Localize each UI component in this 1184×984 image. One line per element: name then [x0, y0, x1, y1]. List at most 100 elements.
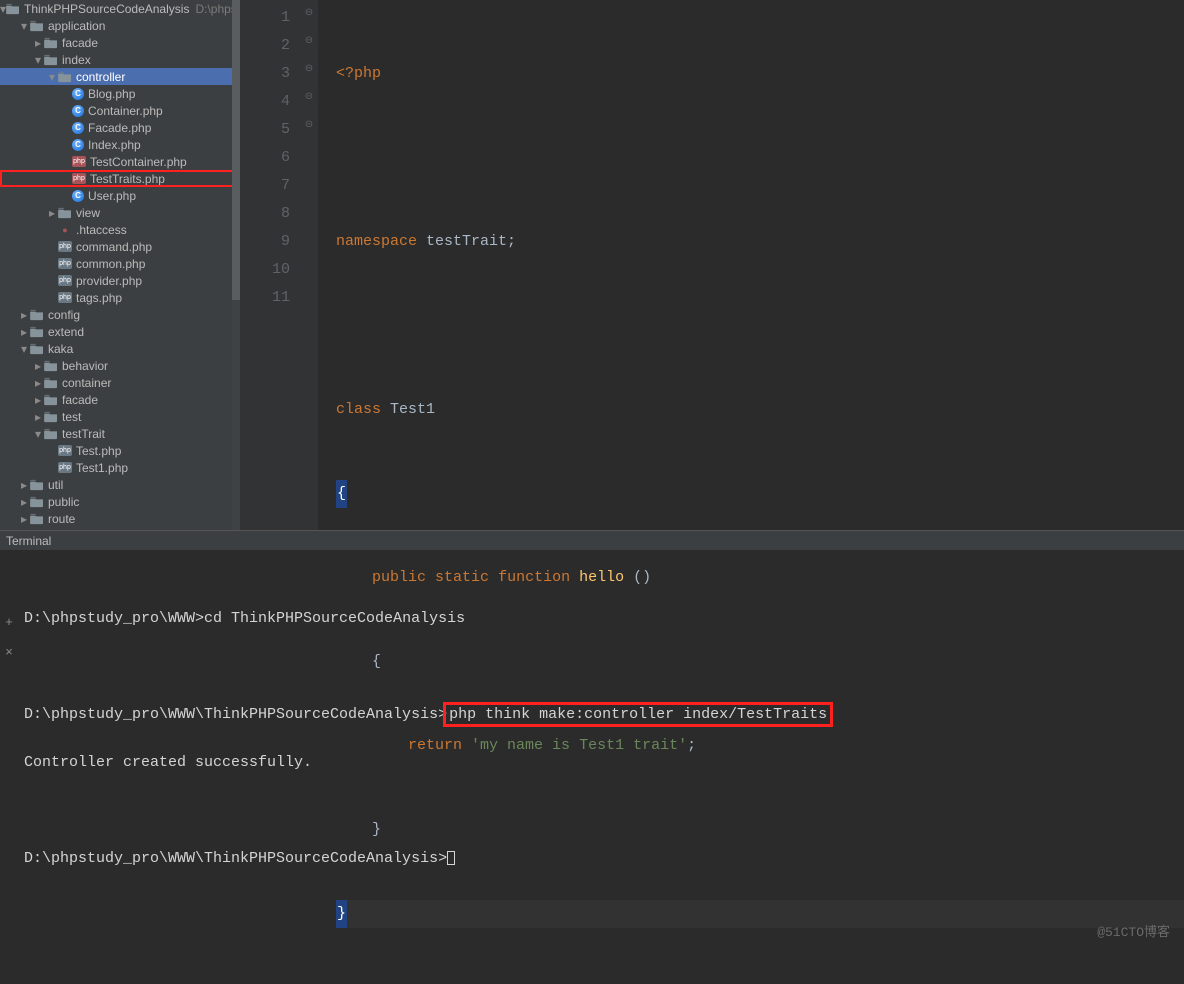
php-file-icon: php	[72, 156, 86, 167]
expand-arrow-icon[interactable]	[18, 342, 30, 356]
tree-item-label: kaka	[48, 342, 73, 356]
expand-arrow-icon[interactable]	[32, 410, 44, 424]
expand-arrow-icon[interactable]	[18, 512, 30, 526]
tree-item-label: ThinkPHPSourceCodeAnalysis	[24, 2, 189, 16]
tree-item-provider-php[interactable]: phpprovider.php	[0, 272, 240, 289]
line-number: 5	[244, 116, 290, 144]
php-file-icon: php	[58, 445, 72, 456]
expand-arrow-icon[interactable]	[18, 495, 30, 509]
tree-item-thinkphpsourcecodeanalysis[interactable]: ThinkPHPSourceCodeAnalysisD:\phpstudy	[0, 0, 240, 17]
expand-arrow-icon[interactable]	[32, 393, 44, 407]
highlighted-command: php think make:controller index/TestTrai…	[447, 706, 829, 723]
expand-arrow-icon[interactable]	[32, 359, 44, 373]
tree-item-testtraits-php[interactable]: phpTestTraits.php	[0, 170, 240, 187]
tree-item-facade[interactable]: facade	[0, 34, 240, 51]
folder-icon	[58, 70, 72, 84]
php-file-icon: php	[58, 275, 72, 286]
tree-item-label: route	[48, 512, 75, 526]
fold-marker-icon[interactable]: ⊖	[300, 0, 318, 28]
expand-arrow-icon[interactable]	[46, 70, 58, 84]
line-number: 4	[244, 88, 290, 116]
expand-arrow-icon[interactable]	[18, 325, 30, 339]
tree-item-util[interactable]: util	[0, 476, 240, 493]
editor-fold-column[interactable]: ⊖⊖⊖⊝⊝	[300, 0, 318, 530]
tree-item-index[interactable]: index	[0, 51, 240, 68]
tree-item-label: extend	[48, 325, 84, 339]
tree-item-blog-php[interactable]: CBlog.php	[0, 85, 240, 102]
tree-item-testcontainer-php[interactable]: phpTestContainer.php	[0, 153, 240, 170]
tree-item-label: Index.php	[88, 138, 141, 152]
tree-item-label: testTrait	[62, 427, 105, 441]
tree-item-label: Test.php	[76, 444, 121, 458]
folder-icon	[44, 376, 58, 390]
php-file-icon: php	[58, 462, 72, 473]
tree-item-index-php[interactable]: CIndex.php	[0, 136, 240, 153]
tree-item-public[interactable]: public	[0, 493, 240, 510]
tree-item-label: TestTraits.php	[90, 172, 165, 186]
terminal-close-icon[interactable]: ×	[5, 641, 13, 665]
tree-item-label: view	[76, 206, 100, 220]
folder-icon	[30, 308, 44, 322]
line-number: 7	[244, 172, 290, 200]
tree-item-user-php[interactable]: CUser.php	[0, 187, 240, 204]
tree-item-view[interactable]: view	[0, 204, 240, 221]
folder-icon	[30, 478, 44, 492]
expand-arrow-icon[interactable]	[46, 206, 58, 220]
tree-item-label: public	[48, 495, 79, 509]
tree-item-testtrait[interactable]: testTrait	[0, 425, 240, 442]
tree-item-extend[interactable]: extend	[0, 323, 240, 340]
tree-item-command-php[interactable]: phpcommand.php	[0, 238, 240, 255]
sidebar-scrollbar-track[interactable]	[232, 0, 240, 530]
terminal-add-icon[interactable]: +	[5, 611, 13, 635]
terminal-output[interactable]: + × D:\phpstudy_pro\WWW>cd ThinkPHPSourc…	[0, 551, 1184, 951]
tree-item-container[interactable]: container	[0, 374, 240, 391]
fold-marker-icon[interactable]: ⊝	[300, 112, 318, 140]
tree-item-label: behavior	[62, 359, 108, 373]
tree-item-label: facade	[62, 36, 98, 50]
class-icon: C	[72, 88, 84, 100]
tree-item-facade[interactable]: facade	[0, 391, 240, 408]
terminal-line: D:\phpstudy_pro\WWW\ThinkPHPSourceCodeAn…	[24, 847, 1166, 871]
expand-arrow-icon[interactable]	[32, 376, 44, 390]
php-open-tag: <?php	[336, 65, 381, 82]
open-brace-highlight: {	[336, 480, 347, 508]
tree-item-application[interactable]: application	[0, 17, 240, 34]
tree-item-route[interactable]: route	[0, 510, 240, 527]
tree-item-label: application	[48, 19, 105, 33]
tree-item-controller[interactable]: controller	[0, 68, 240, 85]
tree-item-label: config	[48, 308, 80, 322]
fold-marker-icon[interactable]: ⊖	[300, 28, 318, 56]
tree-item-test[interactable]: test	[0, 408, 240, 425]
expand-arrow-icon[interactable]	[32, 427, 44, 441]
fold-marker-icon[interactable]: ⊝	[300, 84, 318, 112]
tree-item-facade-php[interactable]: CFacade.php	[0, 119, 240, 136]
tree-item-behavior[interactable]: behavior	[0, 357, 240, 374]
line-number: 3	[244, 60, 290, 88]
line-number: 6	[244, 144, 290, 172]
tree-item-label: command.php	[76, 240, 152, 254]
tree-item-tags-php[interactable]: phptags.php	[0, 289, 240, 306]
tree-item-config[interactable]: config	[0, 306, 240, 323]
tree-item--htaccess[interactable]: ●.htaccess	[0, 221, 240, 238]
terminal-panel[interactable]: Terminal + × D:\phpstudy_pro\WWW>cd Thin…	[0, 530, 1184, 951]
terminal-line	[24, 655, 1166, 679]
tree-item-container-php[interactable]: CContainer.php	[0, 102, 240, 119]
expand-arrow-icon[interactable]	[32, 53, 44, 67]
tree-item-kaka[interactable]: kaka	[0, 340, 240, 357]
code-editor[interactable]: 1234567891011 ⊖⊖⊖⊝⊝ <?php namespace test…	[240, 0, 1184, 530]
terminal-cursor	[447, 851, 455, 865]
tree-item-test1-php[interactable]: phpTest1.php	[0, 459, 240, 476]
expand-arrow-icon[interactable]	[18, 308, 30, 322]
fold-marker-icon[interactable]: ⊖	[300, 56, 318, 84]
folder-icon	[44, 359, 58, 373]
tree-item-test-php[interactable]: php Test.php	[0, 442, 240, 459]
sidebar-scrollbar-thumb[interactable]	[232, 0, 240, 300]
line-number: 1	[244, 4, 290, 32]
expand-arrow-icon[interactable]	[32, 36, 44, 50]
project-tree[interactable]: ThinkPHPSourceCodeAnalysisD:\phpstudy app…	[0, 0, 240, 530]
tree-item-common-php[interactable]: phpcommon.php	[0, 255, 240, 272]
tree-item-label: test	[62, 410, 81, 424]
editor-code-area[interactable]: <?php namespace testTrait; class Test1 {…	[318, 0, 1184, 530]
expand-arrow-icon[interactable]	[18, 478, 30, 492]
expand-arrow-icon[interactable]	[18, 19, 30, 33]
